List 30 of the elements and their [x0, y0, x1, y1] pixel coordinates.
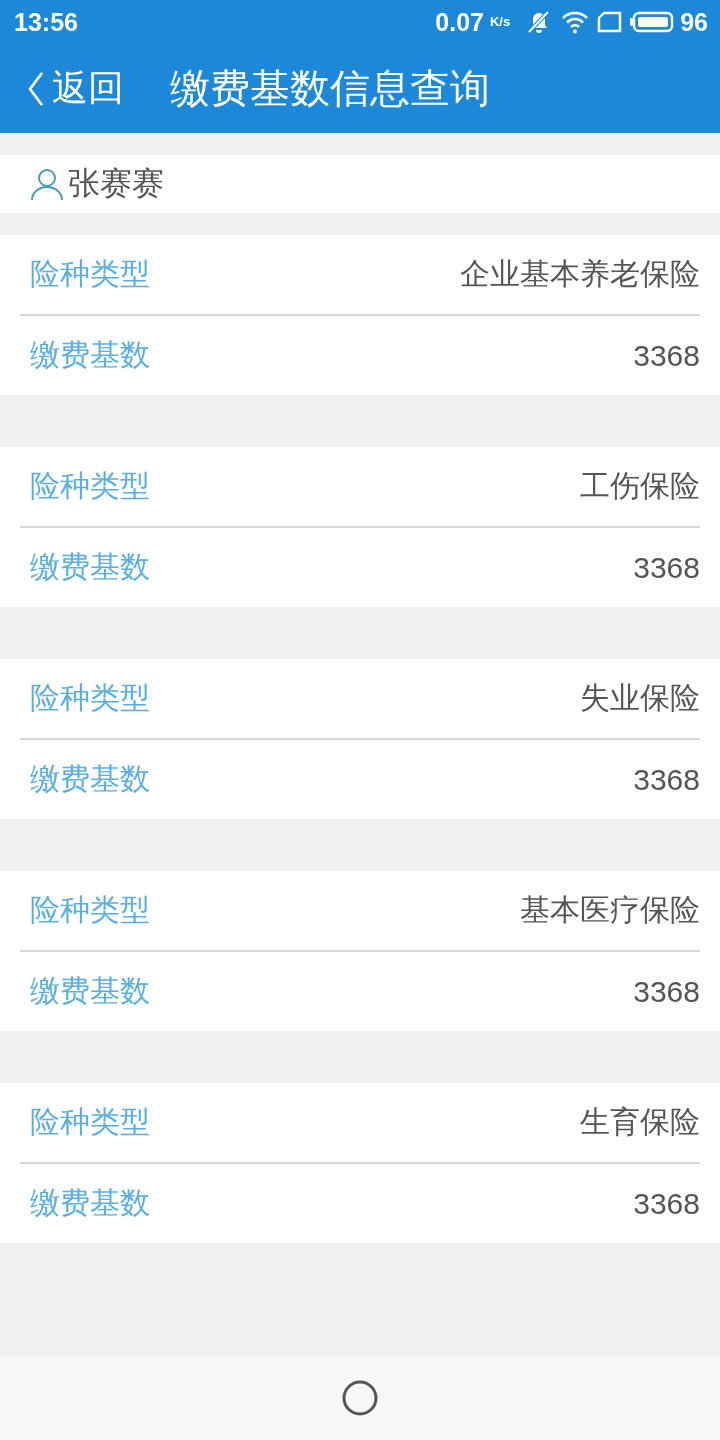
network-speed: 0.07	[435, 7, 484, 37]
field-label: 险种类型	[30, 467, 150, 505]
field-value: 3368	[633, 550, 700, 585]
person-icon	[30, 167, 64, 201]
field-label: 缴费基数	[30, 1184, 150, 1222]
battery-level: 96	[680, 7, 708, 37]
field-value: 生育保险	[580, 1104, 700, 1140]
field-value: 基本医疗保险	[520, 892, 700, 928]
field-value: 3368	[633, 762, 700, 797]
field-value: 3368	[633, 974, 700, 1009]
network-speed-unit: K/s	[489, 13, 511, 29]
field-value: 企业基本养老保险	[460, 256, 700, 292]
clock-time: 13:56	[14, 7, 78, 37]
field-value: 工伤保险	[580, 468, 700, 504]
field-value: 失业保险	[580, 680, 700, 716]
field-label: 险种类型	[30, 679, 150, 717]
back-button[interactable]: 返回	[26, 64, 124, 113]
field-label: 缴费基数	[30, 760, 150, 798]
field-label: 缴费基数	[30, 548, 150, 586]
field-label: 险种类型	[30, 255, 150, 293]
home-button[interactable]	[341, 1379, 379, 1417]
field-value: 3368	[633, 1186, 700, 1221]
field-label: 险种类型	[30, 891, 150, 929]
field-label: 险种类型	[30, 1103, 150, 1141]
battery-icon	[630, 10, 675, 34]
field-value: 3368	[633, 338, 700, 373]
page-title: 缴费基数信息查询	[170, 64, 490, 113]
field-label: 缴费基数	[30, 972, 150, 1010]
user-name: 张赛赛	[68, 163, 164, 204]
field-label: 缴费基数	[30, 336, 150, 374]
